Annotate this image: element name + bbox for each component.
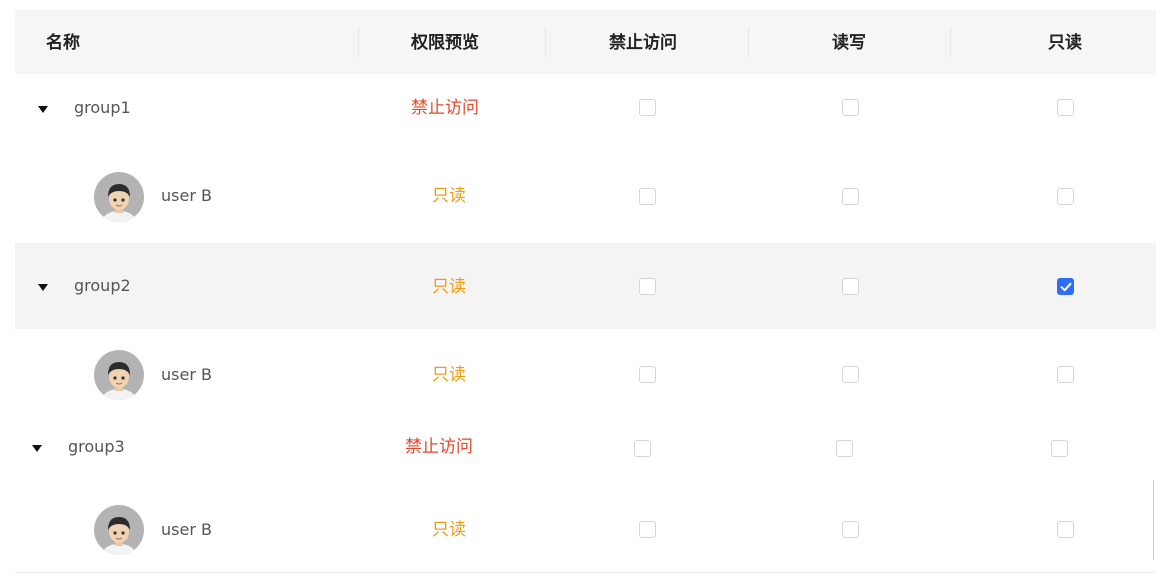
readonly-checkbox[interactable] <box>1057 188 1074 205</box>
deny-checkbox[interactable] <box>639 99 656 116</box>
readwrite-checkbox[interactable] <box>842 188 859 205</box>
permission-preview: 禁止访问 <box>405 437 473 457</box>
column-header-name: 名称 <box>46 33 80 53</box>
avatar <box>94 350 144 400</box>
user-name: user B <box>161 186 212 205</box>
deny-checkbox[interactable] <box>639 366 656 383</box>
column-header-deny: 禁止访问 <box>609 33 677 53</box>
user-name: user B <box>161 365 212 384</box>
readwrite-checkbox[interactable] <box>842 278 859 295</box>
avatar <box>94 505 144 555</box>
readwrite-checkbox[interactable] <box>836 440 853 457</box>
readwrite-checkbox[interactable] <box>842 99 859 116</box>
column-divider <box>358 27 359 57</box>
readwrite-checkbox[interactable] <box>842 366 859 383</box>
scrollbar-edge[interactable] <box>1153 480 1154 560</box>
group-name: group2 <box>74 276 131 295</box>
avatar-icon <box>94 350 144 400</box>
permission-preview: 只读 <box>432 186 466 206</box>
readonly-checkbox[interactable] <box>1057 366 1074 383</box>
readonly-checkbox[interactable] <box>1057 278 1074 295</box>
readonly-checkbox[interactable] <box>1051 440 1068 457</box>
table-row-group2 <box>15 243 1156 329</box>
readonly-checkbox[interactable] <box>1057 99 1074 116</box>
checkmark-icon <box>1060 282 1072 292</box>
avatar-icon <box>94 172 144 222</box>
column-divider <box>545 27 546 57</box>
readonly-checkbox[interactable] <box>1057 521 1074 538</box>
readwrite-checkbox[interactable] <box>842 521 859 538</box>
table-bottom-border <box>15 572 1156 573</box>
avatar-icon <box>94 505 144 555</box>
deny-checkbox[interactable] <box>639 188 656 205</box>
caret-down-icon[interactable] <box>32 445 42 452</box>
deny-checkbox[interactable] <box>639 521 656 538</box>
permission-preview: 只读 <box>432 277 466 297</box>
caret-down-icon[interactable] <box>38 284 48 291</box>
column-header-preview: 权限预览 <box>411 33 479 53</box>
table-header <box>15 10 1156 74</box>
column-divider <box>950 27 951 57</box>
permission-preview: 禁止访问 <box>411 98 479 118</box>
group-name: group3 <box>68 437 125 456</box>
permission-preview: 只读 <box>432 520 466 540</box>
user-name: user B <box>161 520 212 539</box>
permission-preview: 只读 <box>432 365 466 385</box>
permissions-table: 名称 权限预览 禁止访问 读写 只读 group1 禁止访问 user B 只读… <box>0 0 1156 574</box>
group-name: group1 <box>74 98 131 117</box>
caret-down-icon[interactable] <box>38 106 48 113</box>
column-header-readwrite: 读写 <box>832 33 866 53</box>
column-divider <box>748 27 749 57</box>
column-header-readonly: 只读 <box>1048 33 1082 53</box>
avatar <box>94 172 144 222</box>
deny-checkbox[interactable] <box>639 278 656 295</box>
table-row-group1 <box>15 74 1156 160</box>
deny-checkbox[interactable] <box>634 440 651 457</box>
